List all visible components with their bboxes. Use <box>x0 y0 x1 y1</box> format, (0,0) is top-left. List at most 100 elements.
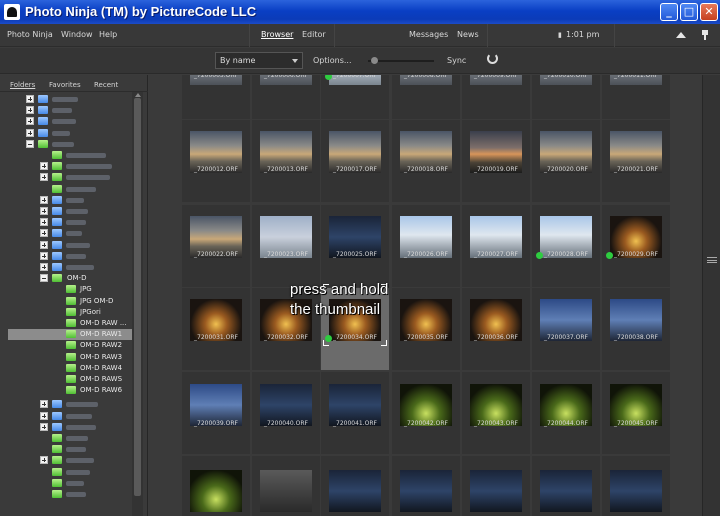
tree-row[interactable] <box>0 161 132 172</box>
expand-toggle-icon[interactable] <box>26 128 34 137</box>
thumbnail-cell[interactable]: _7200013.ORF <box>252 120 320 202</box>
thumbnail-cell[interactable]: _7200038.ORF <box>602 288 670 370</box>
thumbnail-cell[interactable]: _7200022.ORF <box>182 205 250 287</box>
tree-row[interactable] <box>0 105 132 116</box>
tree-row-subfolder[interactable]: OM-D RAW4 <box>0 363 132 374</box>
collapse-toggle-icon[interactable] <box>40 274 48 283</box>
tree-row[interactable] <box>0 411 132 422</box>
tree-row[interactable] <box>0 128 132 139</box>
thumbnail-cell[interactable]: _7200042.ORF <box>392 372 460 454</box>
thumbnail-cell[interactable] <box>321 456 389 516</box>
expand-toggle-icon[interactable] <box>40 173 48 182</box>
thumbnail-cell[interactable]: _7200023.ORF <box>252 205 320 287</box>
tree-row[interactable] <box>0 116 132 127</box>
menu-window[interactable]: Window <box>61 30 93 39</box>
scroll-up-arrow-icon[interactable] <box>135 93 141 97</box>
thumbnail-cell[interactable]: _7200029.ORF <box>602 205 670 287</box>
thumbnail-cell[interactable]: _7200009.ORF <box>462 75 530 119</box>
tree-row-subfolder[interactable]: OM-D RAW1 <box>8 329 132 341</box>
thumbnail-cell[interactable] <box>462 456 530 516</box>
menu-photo-ninja[interactable]: Photo Ninja <box>7 30 53 39</box>
sync-button[interactable]: Sync <box>447 56 466 65</box>
tab-browser[interactable]: Browser <box>261 30 293 39</box>
folder-tree-scrollbar[interactable] <box>132 92 143 516</box>
tree-row-subfolder[interactable]: OM-D RAW6 <box>0 385 132 396</box>
tree-row-subfolder[interactable]: OM-D RAW ... <box>0 318 132 329</box>
thumbnail-cell[interactable]: _7200028.ORF <box>532 205 600 287</box>
tab-favorites[interactable]: Favorites <box>49 81 81 89</box>
expand-toggle-icon[interactable] <box>40 411 48 420</box>
expand-toggle-icon[interactable] <box>40 207 48 215</box>
tree-row[interactable] <box>0 478 132 489</box>
thumbnail-cell[interactable]: _7200007.ORF <box>321 75 389 119</box>
thumbnail-cell[interactable]: _7200039.ORF <box>182 372 250 454</box>
expand-toggle-icon[interactable] <box>40 400 48 409</box>
tree-row[interactable] <box>0 422 132 433</box>
thumbnail-image[interactable] <box>470 470 522 512</box>
tab-folders[interactable]: Folders <box>10 81 35 89</box>
tree-row[interactable] <box>0 489 132 500</box>
tree-row-subfolder[interactable]: OM-D RAW2 <box>0 340 132 351</box>
thumbnail-cell[interactable]: _7200006.ORF <box>252 75 320 119</box>
tree-row[interactable] <box>0 455 132 466</box>
slider-knob[interactable] <box>371 57 378 64</box>
tree-row[interactable] <box>0 94 132 105</box>
tab-editor[interactable]: Editor <box>302 30 326 39</box>
thumbnail-cell[interactable] <box>392 456 460 516</box>
thumbnail-cell[interactable]: _7200043.ORF <box>462 372 530 454</box>
thumbnail-cell[interactable]: _7200041.ORF <box>321 372 389 454</box>
thumbnail-cell[interactable]: _7200011.ORF <box>602 75 670 119</box>
expand-toggle-icon[interactable] <box>40 218 48 227</box>
tree-row[interactable] <box>0 195 132 206</box>
thumbnail-image[interactable] <box>540 470 592 512</box>
thumbnail-cell[interactable]: _7200010.ORF <box>532 75 600 119</box>
thumbnail-image[interactable] <box>190 470 242 512</box>
menu-news[interactable]: News <box>457 30 479 39</box>
maximize-button[interactable]: □ <box>680 3 698 21</box>
thumbnail-cell[interactable]: _7200040.ORF <box>252 372 320 454</box>
tree-row[interactable] <box>0 172 132 183</box>
menu-help[interactable]: Help <box>99 30 117 39</box>
thumbnail-cell[interactable]: _7200008.ORF <box>392 75 460 119</box>
thumbnail-cell[interactable]: _7200045.ORF <box>602 372 670 454</box>
thumbnail-cell[interactable]: _7200018.ORF <box>392 120 460 202</box>
thumbnail-image[interactable] <box>610 470 662 512</box>
expand-toggle-icon[interactable] <box>40 456 48 465</box>
tree-row[interactable] <box>0 262 132 273</box>
grid-scrollbar[interactable] <box>702 75 720 516</box>
thumbnail-cell[interactable]: _7200012.ORF <box>182 120 250 202</box>
thumbnail-cell[interactable]: _7200031.ORF <box>182 288 250 370</box>
tree-row-subfolder[interactable]: OM-D RAW3 <box>0 352 132 363</box>
thumbnail-cell[interactable] <box>602 456 670 516</box>
expand-toggle-icon[interactable] <box>40 422 48 431</box>
tree-row[interactable] <box>0 467 132 478</box>
thumbnail-image[interactable] <box>400 470 452 512</box>
expand-toggle-icon[interactable] <box>40 195 48 204</box>
tab-recent[interactable]: Recent <box>94 81 118 89</box>
expand-toggle-icon[interactable] <box>40 229 48 238</box>
thumbnail-cell[interactable] <box>532 456 600 516</box>
collapse-panel-icon[interactable] <box>676 32 686 38</box>
menu-messages[interactable]: Messages <box>409 30 448 39</box>
tree-row[interactable] <box>0 206 132 217</box>
sort-select[interactable]: By name <box>215 52 303 69</box>
tree-row[interactable] <box>0 399 132 410</box>
tree-row[interactable] <box>0 444 132 455</box>
expand-toggle-icon[interactable] <box>40 263 48 271</box>
tree-row[interactable] <box>0 240 132 251</box>
expand-toggle-icon[interactable] <box>40 251 48 260</box>
tree-row[interactable] <box>0 139 132 150</box>
thumbnail-cell[interactable]: _7200036.ORF <box>462 288 530 370</box>
options-button[interactable]: Options... <box>313 56 352 65</box>
tree-row-subfolder[interactable]: OM-D RAWS <box>0 374 132 385</box>
tree-row[interactable] <box>0 433 132 444</box>
thumbnail-cell[interactable]: _7200017.ORF <box>321 120 389 202</box>
tree-row[interactable] <box>0 150 132 161</box>
thumbnail-cell[interactable]: _7200021.ORF <box>602 120 670 202</box>
tree-row-om-d[interactable]: OM-D <box>0 273 132 284</box>
thumbnail-cell[interactable]: _7200025.ORF <box>321 205 389 287</box>
tree-row[interactable] <box>0 184 132 195</box>
expand-toggle-icon[interactable] <box>40 240 48 249</box>
thumbnail-cell[interactable]: _7200044.ORF <box>532 372 600 454</box>
expand-toggle-icon[interactable] <box>26 139 34 148</box>
